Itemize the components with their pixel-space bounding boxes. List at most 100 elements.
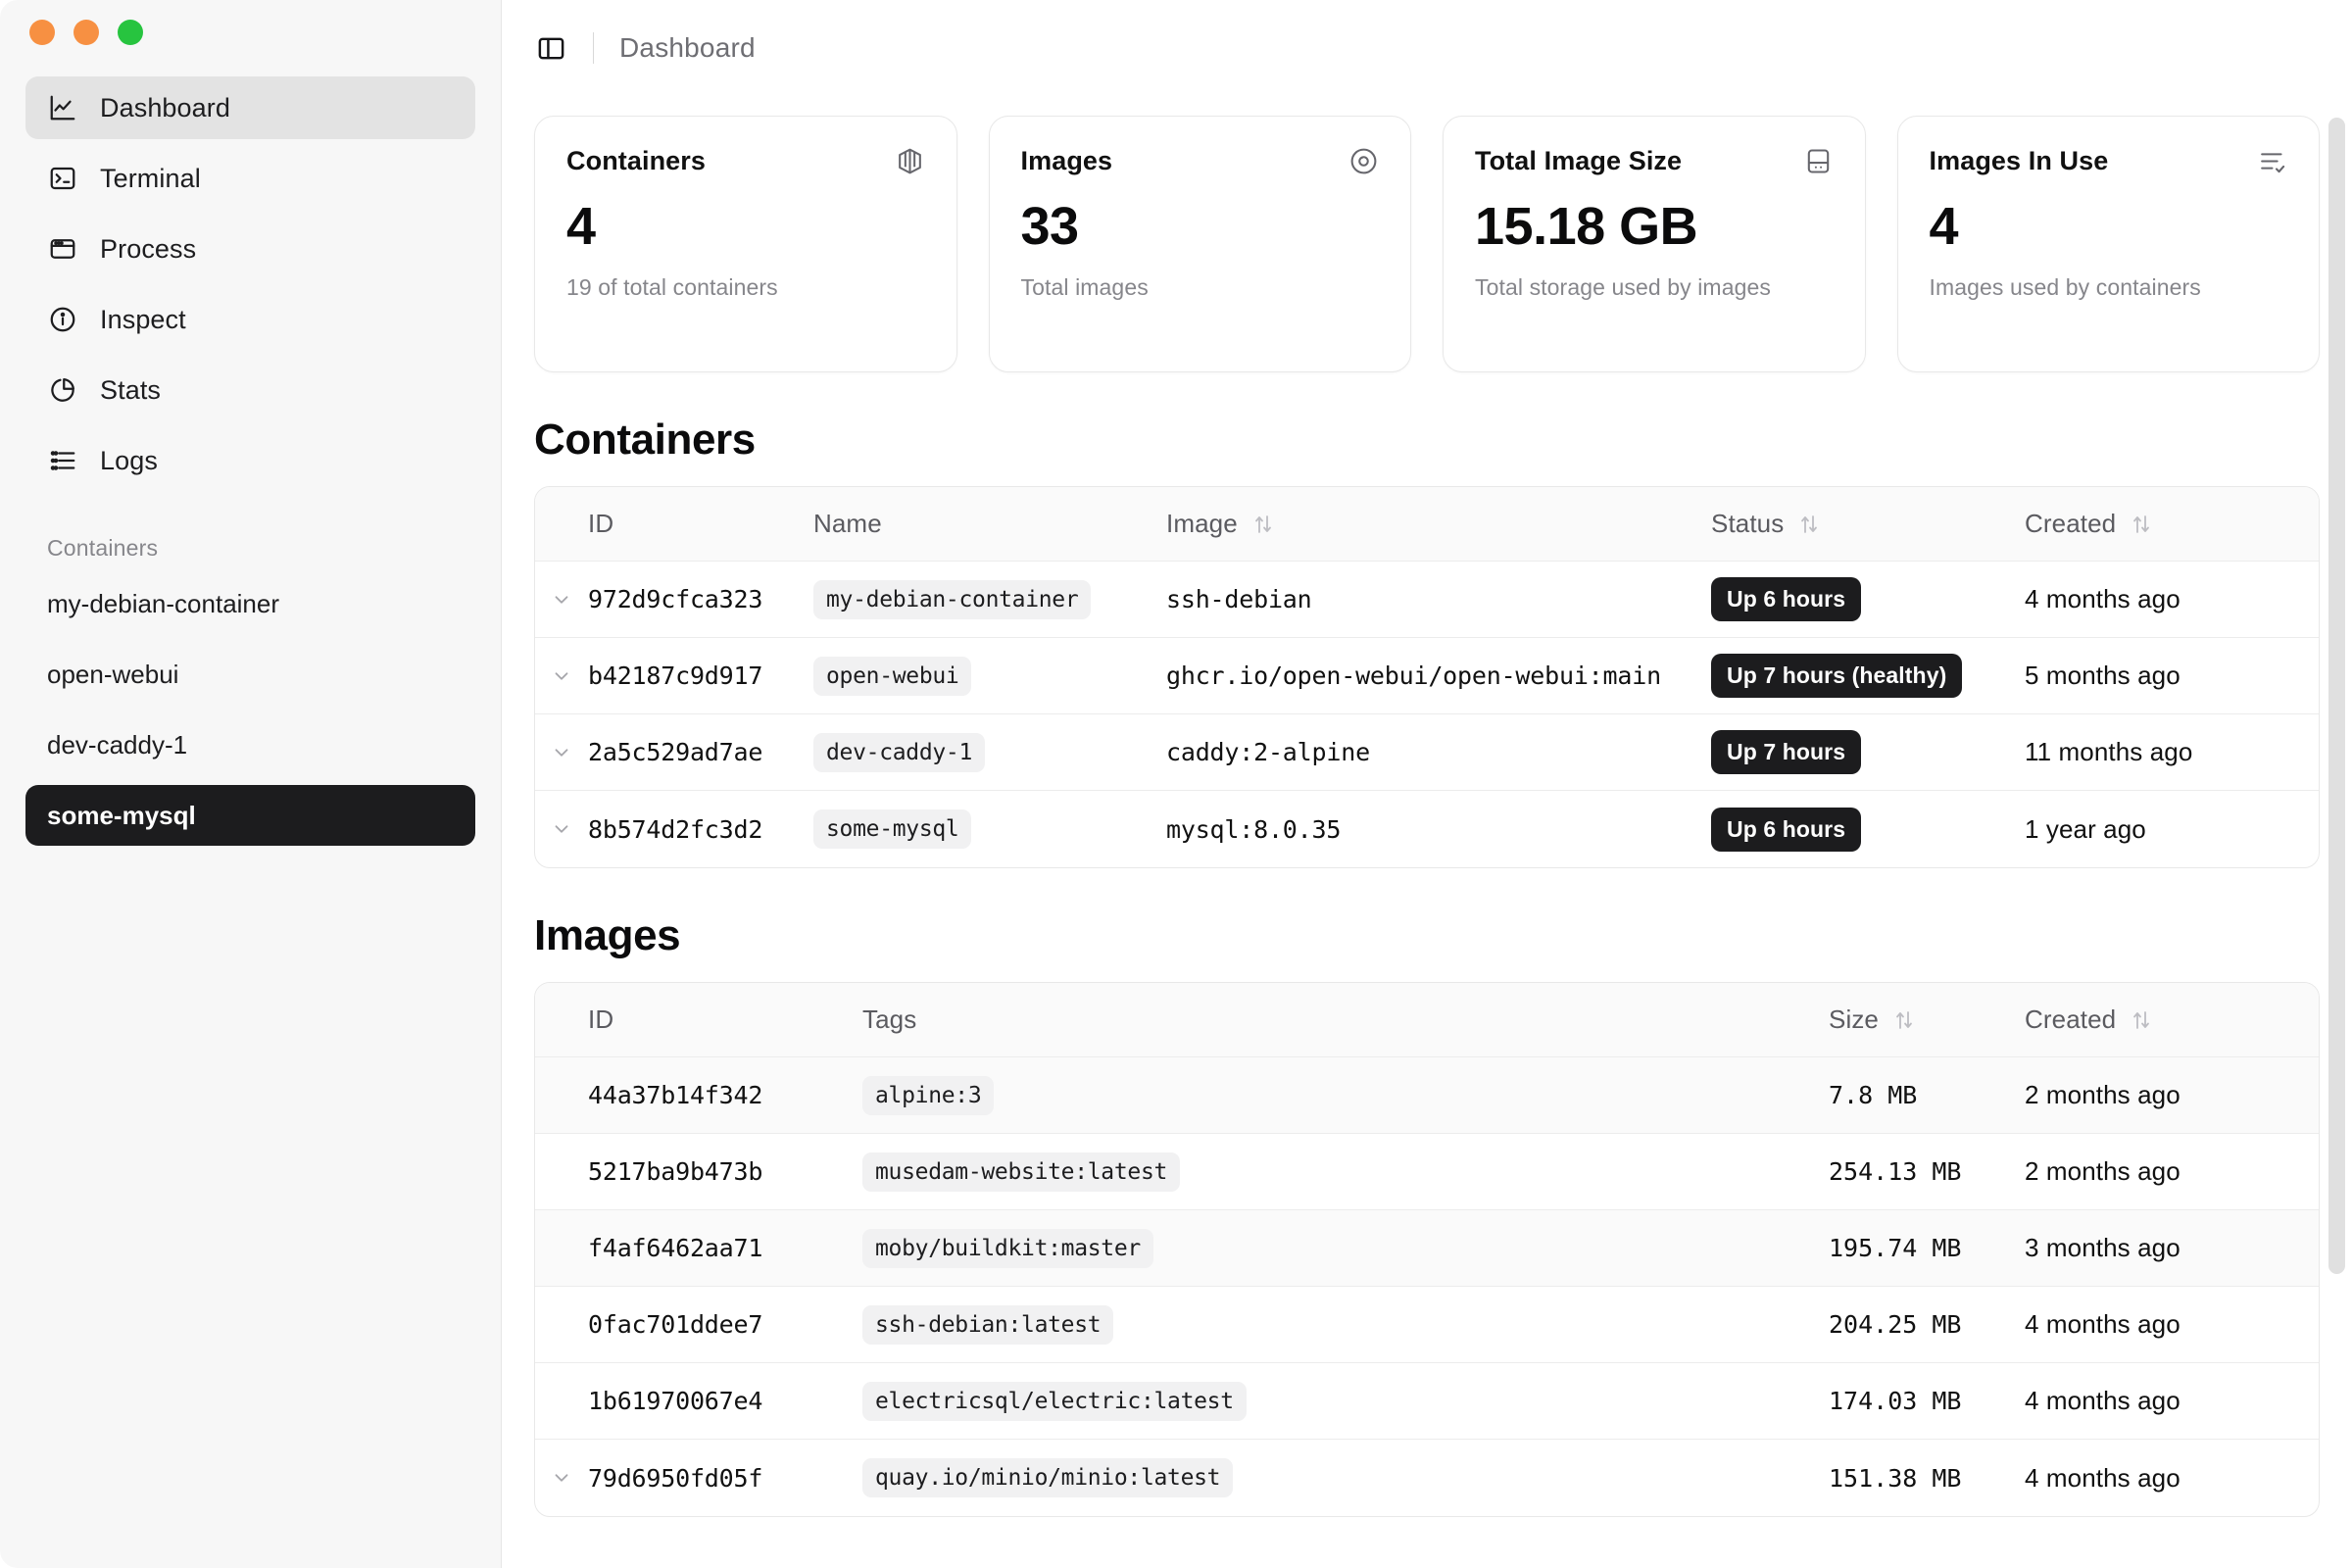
expand-row-icon[interactable]	[535, 589, 588, 611]
card-header: Total Image Size	[1475, 146, 1834, 176]
table-row[interactable]: 0fac701ddee7 ssh-debian:latest 204.25 MB…	[535, 1287, 2319, 1363]
disc-icon	[1348, 146, 1379, 176]
vertical-scrollbar[interactable]	[2328, 118, 2345, 1274]
maximize-window-button[interactable]	[118, 20, 143, 45]
column-header-tags[interactable]: Tags	[862, 1004, 1829, 1035]
cell-image-size: 254.13 MB	[1829, 1157, 1962, 1186]
card-title: Total Image Size	[1475, 146, 1683, 175]
stat-card-containers[interactable]: Containers 4 19 of total containers	[534, 116, 957, 372]
column-header-name[interactable]: Name	[813, 509, 1166, 539]
sidebar-item-label: Terminal	[100, 163, 201, 193]
sidebar-item-label: Inspect	[100, 304, 186, 334]
cell-container-status: Up 7 hours (healthy)	[1711, 654, 2025, 698]
name-tag: some-mysql	[813, 809, 972, 849]
cell-image-id: 5217ba9b473b	[588, 1157, 763, 1186]
cell-image-tags: moby/buildkit:master	[862, 1228, 1829, 1268]
table-row[interactable]: 5217ba9b473b musedam-website:latest 254.…	[535, 1134, 2319, 1210]
sidebar-container-item-selected[interactable]: some-mysql	[25, 785, 475, 846]
stat-card-total-image-size[interactable]: Total Image Size 15.18 GB Total storage …	[1443, 116, 1866, 372]
close-window-button[interactable]	[29, 20, 55, 45]
table-row[interactable]: 79d6950fd05f quay.io/minio/minio:latest …	[535, 1440, 2319, 1516]
containers-heading: Containers	[534, 416, 756, 464]
sort-icon[interactable]	[1892, 1008, 1916, 1032]
sidebar-item-label: Dashboard	[100, 92, 230, 122]
sidebar-nav: Dashboard Terminal Process Inspect Stats…	[25, 76, 475, 500]
cell-image-size: 195.74 MB	[1829, 1234, 1962, 1262]
cell-container-created: 4 months ago	[2025, 584, 2180, 613]
column-header-id[interactable]: ID	[588, 509, 813, 539]
table-row[interactable]: 44a37b14f342 alpine:3 7.8 MB 2 months ag…	[535, 1057, 2319, 1134]
table-row[interactable]: 8b574d2fc3d2 some-mysql mysql:8.0.35 Up …	[535, 791, 2319, 867]
sort-icon[interactable]	[2130, 513, 2153, 536]
card-subtitle: Total images	[1020, 274, 1149, 300]
column-header-id[interactable]: ID	[588, 1004, 862, 1035]
column-header-created[interactable]: Created	[2025, 1004, 2319, 1035]
containers-table: ID Name Image Status Created 972d9cfca32…	[534, 486, 2320, 868]
status-badge: Up 6 hours	[1711, 807, 1862, 852]
cell-image-tags: ssh-debian:latest	[862, 1304, 1829, 1345]
status-badge: Up 7 hours	[1711, 730, 1862, 774]
terminal-icon	[47, 163, 78, 194]
sidebar-item-terminal[interactable]: Terminal	[25, 147, 475, 210]
card-subtitle: Total storage used by images	[1475, 274, 1771, 300]
breadcrumb: Dashboard	[619, 32, 756, 63]
minimize-window-button[interactable]	[74, 20, 99, 45]
expand-row-icon[interactable]	[535, 742, 588, 763]
cell-container-name: some-mysql	[813, 809, 1166, 849]
card-subtitle: 19 of total containers	[566, 274, 778, 300]
card-value: 4	[566, 197, 596, 256]
sort-icon[interactable]	[2130, 1008, 2153, 1032]
column-header-size[interactable]: Size	[1829, 1004, 2025, 1035]
sort-icon[interactable]	[1797, 513, 1821, 536]
sidebar-item-dashboard[interactable]: Dashboard	[25, 76, 475, 139]
cell-image-tags: quay.io/minio/minio:latest	[862, 1458, 1829, 1497]
card-value: 15.18 GB	[1475, 197, 1698, 256]
sidebar-container-item[interactable]: dev-caddy-1	[25, 714, 475, 775]
sidebar-item-inspect[interactable]: Inspect	[25, 288, 475, 351]
column-header-status[interactable]: Status	[1711, 509, 2025, 539]
stat-card-images-in-use[interactable]: Images In Use 4 Images used by container…	[1896, 116, 2320, 372]
table-row[interactable]: 2a5c529ad7ae dev-caddy-1 caddy:2-alpine …	[535, 714, 2319, 791]
expand-row-icon[interactable]	[535, 1467, 588, 1489]
table-row[interactable]: b42187c9d917 open-webui ghcr.io/open-web…	[535, 638, 2319, 714]
window-traffic-lights	[25, 0, 475, 65]
cell-container-id: 972d9cfca323	[588, 585, 763, 613]
stat-card-images[interactable]: Images 33 Total images	[988, 116, 1411, 372]
cell-container-status: Up 6 hours	[1711, 807, 2025, 852]
sidebar-container-item[interactable]: open-webui	[25, 644, 475, 705]
table-row[interactable]: 972d9cfca323 my-debian-container ssh-deb…	[535, 562, 2319, 638]
sidebar-toggle-icon[interactable]	[534, 31, 567, 65]
expand-row-icon[interactable]	[535, 818, 588, 840]
list-icon	[47, 445, 78, 476]
sidebar-item-label: Stats	[100, 374, 162, 405]
column-label: Size	[1829, 1004, 1879, 1034]
cell-container-image: caddy:2-alpine	[1166, 738, 1370, 766]
card-subtitle: Images used by containers	[1929, 274, 2201, 300]
cell-image-created: 2 months ago	[2025, 1156, 2180, 1186]
column-header-created[interactable]: Created	[2025, 509, 2319, 539]
sidebar-item-process[interactable]: Process	[25, 218, 475, 280]
sidebar-item-logs[interactable]: Logs	[25, 429, 475, 492]
column-label: Image	[1166, 509, 1238, 538]
topbar-divider	[593, 32, 594, 64]
sidebar-item-label: Logs	[100, 445, 158, 475]
image-tag: ssh-debian:latest	[862, 1304, 1114, 1345]
cell-image-tags: electricsql/electric:latest	[862, 1381, 1829, 1421]
cell-image-size: 204.25 MB	[1829, 1310, 1962, 1339]
cell-container-id: b42187c9d917	[588, 662, 763, 690]
cell-image-tags: alpine:3	[862, 1075, 1829, 1115]
sidebar-container-item[interactable]: my-debian-container	[25, 573, 475, 634]
name-tag: my-debian-container	[813, 579, 1092, 619]
image-tag: musedam-website:latest	[862, 1152, 1181, 1192]
info-circle-icon	[47, 304, 78, 335]
topbar: Dashboard	[502, 0, 2352, 96]
card-title: Containers	[566, 146, 707, 175]
column-header-image[interactable]: Image	[1166, 509, 1711, 539]
sidebar-item-stats[interactable]: Stats	[25, 359, 475, 421]
sort-icon[interactable]	[1251, 513, 1275, 536]
expand-row-icon[interactable]	[535, 665, 588, 687]
sidebar: Dashboard Terminal Process Inspect Stats…	[0, 0, 502, 1568]
table-row[interactable]: 1b61970067e4 electricsql/electric:latest…	[535, 1363, 2319, 1440]
table-row[interactable]: f4af6462aa71 moby/buildkit:master 195.74…	[535, 1210, 2319, 1287]
cell-image-created: 2 months ago	[2025, 1080, 2180, 1109]
